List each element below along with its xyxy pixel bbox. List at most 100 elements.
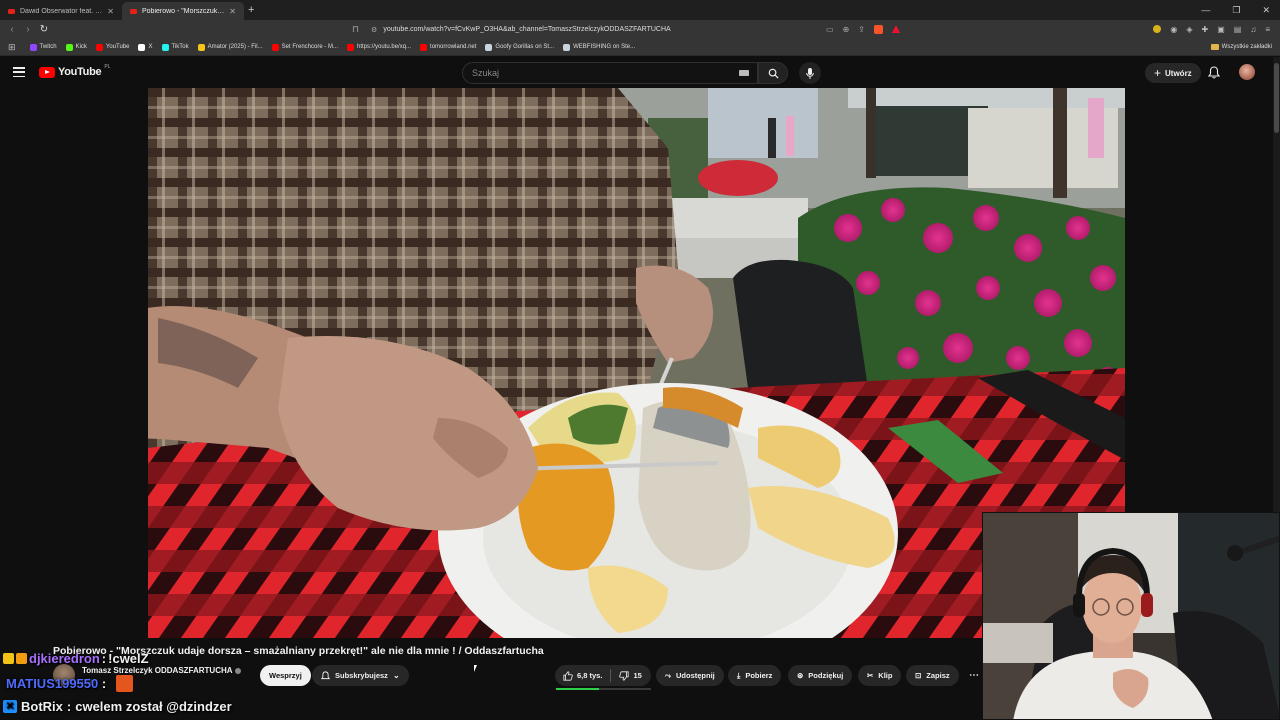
- microphone-icon: [806, 67, 814, 79]
- puzzle-icon[interactable]: ✚: [1202, 25, 1209, 34]
- brave-rewards-icon[interactable]: [891, 25, 900, 33]
- wallet-icon[interactable]: ▤: [1234, 25, 1242, 34]
- bookmark-favicon-icon: [138, 43, 146, 51]
- youtube-favicon-icon: [8, 8, 15, 14]
- menu-icon[interactable]: ≡: [1265, 25, 1270, 34]
- bookmark-favicon-icon: [95, 43, 103, 51]
- thumbs-down-icon: [619, 670, 630, 681]
- clip-button[interactable]: ✂ Klip: [858, 665, 902, 686]
- bookmark-item[interactable]: TikTok: [161, 43, 189, 51]
- download-button[interactable]: ⤓ Pobierz: [728, 665, 782, 686]
- like-dislike-group: 6,8 tys. 15: [555, 665, 651, 686]
- cast-icon[interactable]: ▭: [826, 25, 834, 34]
- bookmark-label: Amator (2025) - Fil...: [207, 44, 263, 50]
- address-bar: ‹ › ↻ ⊓ ⚙ youtube.com/watch?v=fCvKwP_O3H…: [0, 20, 1280, 39]
- zoom-icon[interactable]: ⊕: [843, 25, 850, 34]
- bookmark-item[interactable]: Kick: [65, 43, 87, 51]
- save-label: Zapisz: [926, 671, 950, 680]
- thanks-label: Podziękuj: [808, 671, 844, 680]
- site-info-icon[interactable]: ⚙: [371, 26, 377, 34]
- scissors-icon: ✂: [867, 671, 874, 680]
- bot-badge-icon: ✕: [3, 700, 17, 713]
- like-button[interactable]: 6,8 tys.: [555, 665, 610, 686]
- extension-icon[interactable]: [1153, 25, 1162, 33]
- media-icon[interactable]: ♫: [1250, 25, 1256, 34]
- search-button[interactable]: [758, 62, 788, 84]
- keyboard-icon[interactable]: [739, 70, 749, 76]
- notifications-bell-icon[interactable]: [1208, 66, 1220, 79]
- thanks-icon: ⊛: [797, 671, 804, 680]
- subscribed-button[interactable]: Subskrybujesz ⌄: [312, 665, 409, 686]
- bookmark-item[interactable]: WEBFISHING on Ste...: [563, 43, 636, 51]
- window-controls: — ❐ ✕: [1201, 0, 1280, 20]
- reload-icon[interactable]: ↻: [36, 24, 52, 35]
- tab-dawid[interactable]: Dawid Obserwator feat. NinoObrigatio ✕: [0, 2, 122, 20]
- url-text: youtube.com/watch?v=fCvKwP_O3HA&ab_chann…: [383, 26, 671, 33]
- brave-shield-icon[interactable]: [873, 25, 883, 34]
- download-icon: ⤓: [737, 670, 741, 680]
- bookmark-favicon-icon: [29, 43, 37, 51]
- webcam-image: [983, 513, 1279, 719]
- video-player[interactable]: [148, 88, 1125, 638]
- bookmark-item[interactable]: Twitch: [29, 43, 57, 51]
- create-button[interactable]: + Utwórz: [1145, 63, 1201, 83]
- bookmark-favicon-icon: [563, 43, 571, 51]
- close-window-icon[interactable]: ✕: [1262, 5, 1270, 16]
- bookmark-favicon-icon: [65, 43, 73, 51]
- extension-icons: ◉ ◈ ✚ ▣ ▤ ♫ ≡: [1153, 25, 1270, 34]
- support-button[interactable]: Wesprzyj: [260, 665, 311, 686]
- new-tab-icon[interactable]: +: [248, 4, 254, 16]
- bookmark-item[interactable]: X: [138, 43, 153, 51]
- bookmark-label: Kick: [75, 44, 87, 50]
- back-icon[interactable]: ‹: [4, 24, 20, 35]
- sidebar-icon[interactable]: ▣: [1217, 25, 1225, 34]
- tab-pobierowo[interactable]: Pobierowo - "Morszczuk uda... ✕: [122, 2, 244, 20]
- close-tab-icon[interactable]: ✕: [229, 7, 236, 16]
- maximize-icon[interactable]: ❐: [1232, 5, 1240, 16]
- dislike-button[interactable]: 15: [611, 665, 649, 686]
- bookmark-label: https://youtu.be/xq...: [357, 44, 412, 50]
- tab-title: Pobierowo - "Morszczuk uda...: [142, 7, 224, 15]
- save-button[interactable]: ⊡ Zapisz: [906, 665, 959, 686]
- extension-icon[interactable]: ◈: [1186, 25, 1192, 34]
- chat-separator: :: [66, 699, 72, 714]
- bookmark-label: WEBFISHING on Ste...: [573, 44, 636, 50]
- bookmark-item[interactable]: Set Frenchcore - M...: [271, 43, 338, 51]
- share-button[interactable]: ⤳ Udostępnij: [656, 665, 724, 686]
- chat-username: BotRix: [21, 699, 63, 714]
- all-bookmarks[interactable]: Wszystkie zakładki: [1210, 44, 1272, 50]
- youtube-logo[interactable]: YouTube PL: [39, 64, 110, 78]
- share-icon[interactable]: ⇪: [858, 25, 865, 34]
- bookmark-item[interactable]: YouTube: [95, 43, 129, 51]
- menu-icon[interactable]: [13, 67, 25, 77]
- apps-icon[interactable]: ⊞: [8, 42, 16, 53]
- bookmark-item[interactable]: tomorrowland.net: [420, 43, 476, 51]
- bookmark-favicon-icon: [347, 43, 354, 51]
- bookmark-icon[interactable]: ⊓: [352, 24, 359, 35]
- minimize-icon[interactable]: —: [1201, 5, 1210, 15]
- all-bookmarks-label: Wszystkie zakładki: [1221, 44, 1272, 50]
- more-actions-button[interactable]: ⋯: [965, 665, 983, 686]
- bookmark-item[interactable]: Goofy Gorillas on St...: [485, 43, 555, 51]
- chat-separator: :: [101, 651, 107, 666]
- bookmark-favicon-icon: [420, 43, 428, 51]
- thanks-button[interactable]: ⊛ Podziękuj: [788, 665, 853, 686]
- bookmark-label: Goofy Gorillas on St...: [495, 44, 555, 50]
- folder-icon: [1210, 44, 1219, 50]
- emote-icon: [116, 675, 133, 692]
- forward-icon[interactable]: ›: [20, 24, 36, 35]
- voice-search-button[interactable]: [799, 62, 821, 84]
- bookmark-item[interactable]: Amator (2025) - Fil...: [197, 43, 263, 51]
- thumbs-up-icon: [563, 670, 573, 681]
- channel-name[interactable]: Tomasz Strzelczyk ODDASZFARTUCHA: [82, 666, 241, 675]
- search-input[interactable]: Szukaj: [462, 62, 758, 84]
- channel-name-text: Tomasz Strzelczyk ODDASZFARTUCHA: [82, 666, 233, 675]
- download-label: Pobierz: [745, 671, 773, 680]
- support-label: Wesprzyj: [269, 671, 302, 680]
- bookmark-item[interactable]: https://youtu.be/xq...: [347, 43, 412, 51]
- account-avatar[interactable]: [1239, 64, 1255, 80]
- bookmark-favicon-icon: [197, 43, 205, 51]
- close-tab-icon[interactable]: ✕: [107, 7, 114, 16]
- extension-icon[interactable]: ◉: [1170, 25, 1177, 34]
- bookmark-label: Set Frenchcore - M...: [281, 44, 338, 50]
